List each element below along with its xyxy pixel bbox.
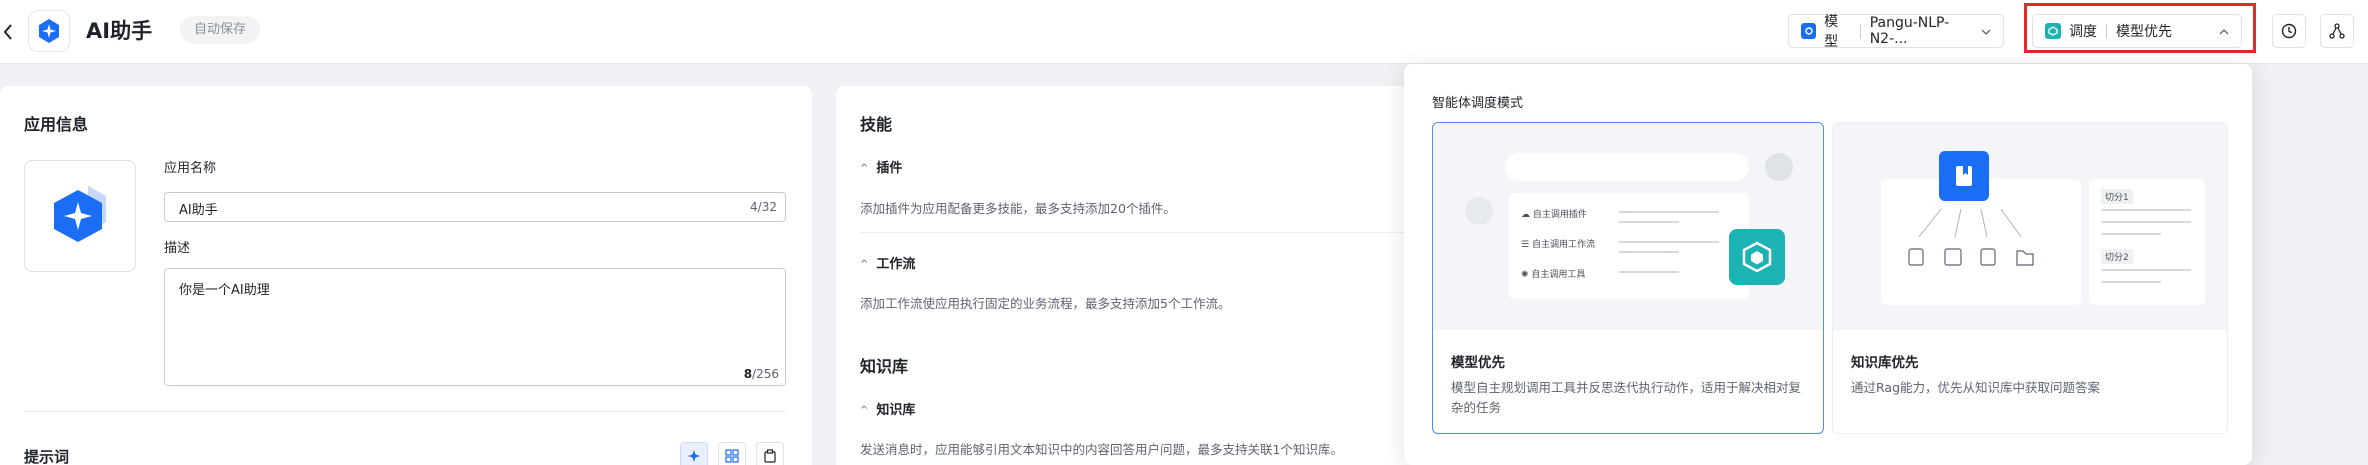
- illu-chunk-card: 切分1 切分2: [2089, 179, 2205, 305]
- workflow-label: 工作流: [876, 257, 916, 272]
- app-name-value: AI助手: [179, 203, 218, 218]
- template-button[interactable]: [718, 442, 746, 465]
- plugin-desc: 添加插件为应用配备更多技能，最多支持添加20个插件。: [860, 201, 1176, 216]
- share-button[interactable]: [2320, 14, 2354, 48]
- app-name-input[interactable]: AI助手 4/32: [164, 192, 786, 222]
- model-first-illustration: ☁ 自主调用插件 ☰ 自主调用工作流 ✺ 自主调用工具: [1433, 123, 1823, 330]
- card-desc: 模型自主规划调用工具并反思迭代执行动作，适用于解决相对复杂的任务: [1451, 380, 1802, 415]
- workflow-desc: 添加工作流使应用执行固定的业务流程，最多支持添加5个工作流。: [860, 296, 1231, 311]
- popover-title: 智能体调度模式: [1432, 96, 1524, 111]
- sparkle-icon: [688, 450, 700, 462]
- description-value: 你是一个AI助理: [179, 283, 270, 298]
- illu-input-bar: [1505, 153, 1749, 181]
- section-divider: [24, 411, 786, 412]
- illu-item-1: ☁ 自主调用插件: [1521, 210, 1587, 220]
- history-icon: [2281, 23, 2297, 39]
- card-desc: 通过Rag能力，优先从知识库中获取问题答案: [1851, 380, 2101, 395]
- history-button[interactable]: [2272, 14, 2306, 48]
- model-label: 模型: [1824, 14, 1839, 50]
- chevron-down-icon: [1981, 23, 1991, 39]
- schedule-highlight-box: [2024, 3, 2256, 53]
- illu-item-2: ☰ 自主调用工作流: [1521, 240, 1595, 250]
- illu-bot-icon: [1465, 197, 1493, 225]
- section-divider: [860, 232, 1452, 233]
- description-textarea[interactable]: 你是一个AI助理 8/256: [164, 268, 786, 386]
- caret-up-icon: ^: [860, 163, 869, 174]
- caret-up-icon: ^: [860, 405, 869, 416]
- back-arrow-icon[interactable]: [0, 18, 16, 46]
- mode-card-kb-first[interactable]: 切分1 切分2 知识库优先 通过Rag能力，优先从知识库中获取问题答案: [1832, 122, 2228, 434]
- chunk-2: 切分2: [2101, 249, 2133, 264]
- grid-icon: [725, 449, 739, 463]
- mode-card-model-first[interactable]: ☁ 自主调用插件 ☰ 自主调用工作流 ✺ 自主调用工具 模型优先 模型自主规划调…: [1432, 122, 1824, 434]
- skills-panel: 技能 ^ 插件 添加插件为应用配备更多技能，最多支持添加20个插件。 ^ 工作流…: [836, 86, 1476, 465]
- app-avatar[interactable]: [24, 160, 136, 272]
- autosave-badge: 自动保存: [180, 16, 261, 44]
- chunk-1: 切分1: [2101, 189, 2133, 204]
- card-title: 知识库优先: [1851, 355, 1919, 371]
- kb-section-toggle[interactable]: ^ 知识库: [860, 402, 915, 420]
- pill-separator: [1859, 24, 1861, 38]
- card-title: 模型优先: [1451, 355, 1505, 371]
- description-counter: 8/256: [743, 367, 779, 381]
- model-icon: [1801, 23, 1817, 39]
- illu-avatar-icon: [1765, 153, 1793, 181]
- schedule-mode-popover: 智能体调度模式 ☁ 自主调用插件 ☰ 自主调用工作流 ✺ 自主调用工具 模型优先…: [1404, 64, 2252, 465]
- kb-title: 知识库: [860, 357, 909, 376]
- plugin-section-toggle[interactable]: ^ 插件: [860, 160, 902, 178]
- kb-desc: 发送消息时，应用能够引用文本知识中的内容回答用户问题，最多支持关联1个知识库。: [860, 442, 1343, 457]
- kb-first-illustration: 切分1 切分2: [1833, 123, 2227, 330]
- prompt-title: 提示词: [24, 448, 70, 465]
- illu-model-icon: [1729, 229, 1785, 285]
- clipboard-button[interactable]: [756, 442, 784, 465]
- workflow-section-toggle[interactable]: ^ 工作流: [860, 256, 915, 274]
- app-info-panel: 应用信息 应用名称 AI助手 4/32 描述 你是一个AI助理 8/256 提示…: [0, 86, 812, 465]
- skills-title: 技能: [860, 115, 893, 134]
- illu-card: ☁ 自主调用插件 ☰ 自主调用工作流 ✺ 自主调用工具: [1509, 193, 1749, 299]
- app-logo: [28, 10, 70, 52]
- ai-generate-button[interactable]: [680, 442, 708, 465]
- description-label: 描述: [164, 241, 191, 256]
- app-name-counter: 4/32: [750, 200, 777, 214]
- illu-item-3: ✺ 自主调用工具: [1521, 270, 1586, 280]
- plugin-label: 插件: [876, 161, 903, 176]
- top-header: AI助手 自动保存 模型 Pangu-NLP-N2-... 调度 模型优先: [0, 0, 2368, 64]
- kb-label: 知识库: [876, 403, 916, 418]
- model-selector[interactable]: 模型 Pangu-NLP-N2-...: [1788, 14, 2004, 50]
- app-name-label: 应用名称: [164, 161, 217, 176]
- app-title: AI助手: [86, 19, 153, 43]
- clipboard-icon: [764, 449, 776, 463]
- app-info-title: 应用信息: [24, 115, 89, 134]
- model-value: Pangu-NLP-N2-...: [1869, 15, 1950, 47]
- caret-up-icon: ^: [860, 259, 869, 270]
- share-icon: [2329, 23, 2345, 39]
- book-icon: [1939, 151, 1989, 201]
